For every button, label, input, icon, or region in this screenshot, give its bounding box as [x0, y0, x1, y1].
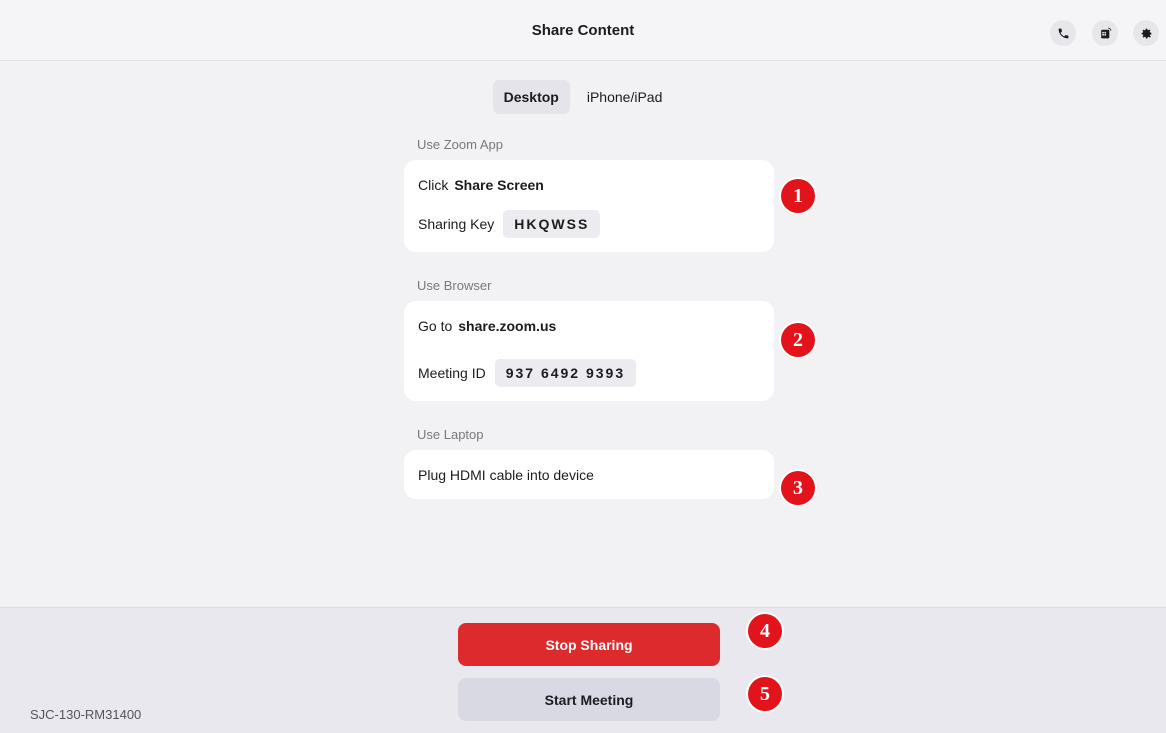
- hdmi-instruction: Plug HDMI cable into device: [418, 467, 594, 483]
- section-label-laptop: Use Laptop: [417, 427, 484, 442]
- share-url-label: share.zoom.us: [458, 318, 557, 334]
- page-title: Share Content: [531, 22, 635, 39]
- zoom-app-card: Click Share Screen Sharing Key HKQWSS: [404, 160, 774, 252]
- header-bar: Share Content: [0, 0, 1166, 61]
- section-label-browser: Use Browser: [417, 278, 492, 293]
- click-prefix: Click: [418, 177, 449, 193]
- section-label-zoom-app: Use Zoom App: [417, 137, 503, 152]
- device-name: SJC-130-RM31400: [30, 707, 142, 722]
- sharing-key-row: Sharing Key HKQWSS: [418, 210, 601, 238]
- meeting-id-row: Meeting ID 937 6492 9393: [418, 359, 637, 387]
- browser-card: Go to share.zoom.us Meeting ID 937 6492 …: [404, 301, 774, 401]
- marker-3: 3: [781, 471, 815, 505]
- go-to-row: Go to share.zoom.us: [418, 318, 556, 334]
- footer-bar: Stop Sharing Start Meeting SJC-130-RM314…: [0, 607, 1166, 733]
- sharing-key-value: HKQWSS: [503, 210, 601, 238]
- start-meeting-button[interactable]: Start Meeting: [458, 678, 720, 721]
- phone-icon[interactable]: [1050, 20, 1076, 46]
- marker-4: 4: [748, 614, 782, 648]
- calendar-icon[interactable]: [1092, 20, 1118, 46]
- marker-2: 2: [781, 323, 815, 357]
- tab-desktop[interactable]: Desktop: [492, 80, 570, 114]
- click-share-screen-row: Click Share Screen: [418, 177, 544, 193]
- share-tabs: Desktop iPhone/iPad: [0, 80, 1166, 114]
- go-to-prefix: Go to: [418, 318, 453, 334]
- marker-5: 5: [748, 677, 782, 711]
- gear-icon[interactable]: [1133, 20, 1159, 46]
- sharing-key-label: Sharing Key: [418, 216, 495, 232]
- laptop-card: Plug HDMI cable into device: [404, 450, 774, 499]
- tab-iphone-ipad[interactable]: iPhone/iPad: [576, 80, 674, 114]
- meeting-id-label: Meeting ID: [418, 365, 486, 381]
- meeting-id-value: 937 6492 9393: [494, 359, 637, 387]
- stop-sharing-button[interactable]: Stop Sharing: [458, 623, 720, 666]
- marker-1: 1: [781, 179, 815, 213]
- share-screen-label: Share Screen: [454, 177, 544, 193]
